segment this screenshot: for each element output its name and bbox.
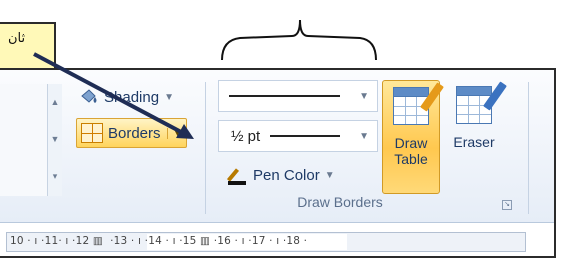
borders-grid-icon — [81, 123, 103, 143]
line-style-preview — [229, 95, 341, 97]
line-style-dropdown[interactable]: ▼ — [218, 80, 378, 112]
borders-button[interactable]: Borders ▼ — [76, 118, 188, 148]
shading-label: Shading — [104, 88, 160, 106]
callout-text: ثان — [8, 30, 26, 45]
chevron-down-icon: ▼ — [359, 130, 369, 142]
screenshot-frame: ▲ ▼ ▾ Shading ▼ Borders ▼ ▼ ½ pt ▼ Pen C… — [0, 68, 556, 258]
draw-table-label-1: Draw — [394, 135, 428, 151]
brace-annotation — [221, 19, 377, 61]
ribbon: ▲ ▼ ▾ Shading ▼ Borders ▼ ▼ ½ pt ▼ Pen C… — [0, 70, 554, 223]
ruler-marks: 10 · ı ·11· ı ·12 ▥ ·13 · ı ·14 · ı ·15 … — [10, 235, 308, 247]
paint-bucket-icon — [78, 87, 100, 107]
shading-button[interactable]: Shading ▼ — [78, 84, 174, 110]
borders-dropdown-icon[interactable]: ▼ — [166, 127, 182, 139]
horizontal-ruler[interactable]: 10 · ı ·11· ı ·12 ▥ ·13 · ı ·14 · ı ·15 … — [6, 232, 526, 252]
group-divider — [205, 82, 206, 214]
eraser-label: Eraser — [453, 134, 495, 150]
line-weight-value: ½ pt — [231, 127, 261, 145]
draw-table-button[interactable]: Draw Table — [382, 80, 444, 194]
pen-color-label: Pen Color — [253, 166, 320, 184]
borders-label: Borders — [108, 124, 161, 142]
line-weight-preview — [270, 135, 341, 137]
chevron-down-icon: ▼ — [324, 169, 335, 181]
gallery-more-icon[interactable]: ▾ — [48, 158, 62, 195]
pen-color-icon — [228, 165, 246, 185]
scroll-up-icon[interactable]: ▲ — [48, 84, 62, 121]
draw-table-icon — [393, 82, 444, 125]
group-divider — [528, 82, 529, 214]
eraser-button[interactable]: Eraser — [446, 80, 507, 192]
group-label: Draw Borders — [297, 194, 383, 210]
eraser-icon — [456, 81, 507, 124]
line-weight-dropdown[interactable]: ½ pt ▼ — [218, 120, 378, 152]
draw-table-label-2: Table — [394, 151, 428, 167]
dialog-launcher-icon[interactable]: ↘ — [502, 200, 512, 210]
gallery-scroll[interactable]: ▲ ▼ ▾ — [47, 84, 62, 196]
chevron-down-icon: ▼ — [164, 91, 174, 103]
scroll-down-icon[interactable]: ▼ — [48, 121, 62, 158]
chevron-down-icon: ▼ — [359, 90, 369, 102]
pen-color-button[interactable]: Pen Color ▼ — [228, 162, 335, 188]
